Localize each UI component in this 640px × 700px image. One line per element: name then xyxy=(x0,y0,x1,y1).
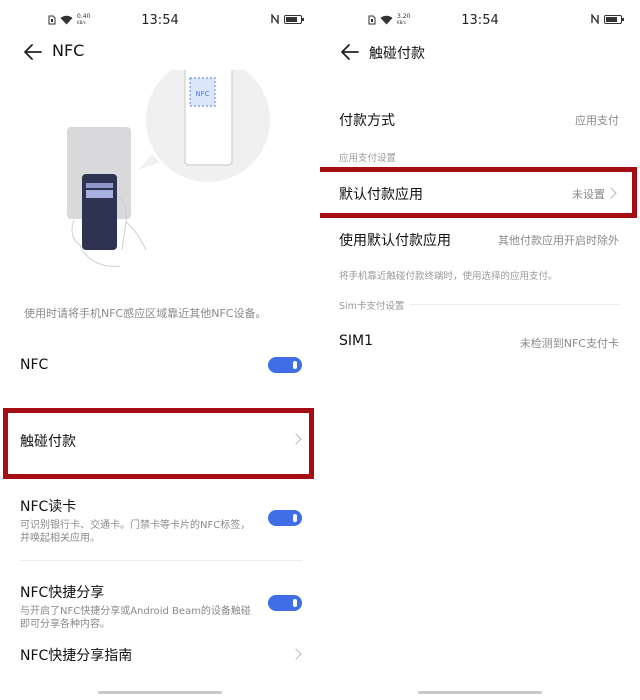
sim1-value: 未检测到NFC支付卡 xyxy=(519,337,619,350)
nfc-settings-screen: 0.40 KB/s 13:54 NFC NFC 使用时请将手机NFC感应区域靠近… xyxy=(0,0,320,700)
nfc-guide-row[interactable]: NFC快捷分享指南 xyxy=(20,645,302,665)
sim1-row[interactable]: SIM1 未检测到NFC支付卡 xyxy=(339,333,619,350)
status-bar: 3.20 KB/s 13:54 xyxy=(320,0,640,40)
page-title: 触碰付款 xyxy=(369,46,425,62)
touch-pay-row[interactable]: 触碰付款 xyxy=(20,431,302,451)
home-indicator[interactable] xyxy=(418,691,542,694)
pay-method-row[interactable]: 付款方式 应用支付 xyxy=(339,110,619,130)
status-icons-right xyxy=(591,14,624,24)
use-default-app-row[interactable]: 使用默认付款应用 其他付款应用开启时除外 xyxy=(339,230,619,250)
status-bar: 0.40 KB/s 13:54 xyxy=(0,0,320,40)
status-icons-right xyxy=(271,14,304,24)
nfc-share-toggle[interactable] xyxy=(268,595,302,611)
nfc-read-row: NFC读卡 可识别银行卡、交通卡。门禁卡等卡片的NFC标签，并唤起相关应用。 xyxy=(20,496,302,545)
divider xyxy=(20,560,302,561)
nfc-read-desc: 可识别银行卡、交通卡。门禁卡等卡片的NFC标签，并唤起相关应用。 xyxy=(20,520,251,544)
nfc-tag-label: NFC xyxy=(195,90,209,98)
divider xyxy=(410,304,620,305)
pay-method-value: 应用支付 xyxy=(575,114,619,127)
nfc-share-label: NFC快捷分享 xyxy=(20,585,105,601)
battery-icon xyxy=(284,14,304,24)
use-default-app-hint: 将手机靠近触碰付款终端时，使用选择的应用支付。 xyxy=(339,271,558,282)
touch-pay-label: 触碰付款 xyxy=(20,434,76,450)
nfc-usage-hint: 使用时请将手机NFC感应区域靠近其他NFC设备。 xyxy=(24,307,267,320)
back-arrow-icon[interactable] xyxy=(22,41,44,63)
page-header: 触碰付款 xyxy=(320,35,640,71)
default-pay-app-row[interactable]: 默认付款应用 未设置 xyxy=(339,184,619,204)
nfc-illustration: NFC xyxy=(67,70,270,267)
back-arrow-icon[interactable] xyxy=(339,41,361,63)
nfc-toggle[interactable] xyxy=(268,357,302,373)
nfc-guide-label: NFC快捷分享指南 xyxy=(20,648,133,664)
nfc-status-icon xyxy=(591,14,599,24)
nfc-label: NFC xyxy=(20,357,49,373)
nfc-share-row: NFC快捷分享 与开启了NFC快捷分享或Android Beam的设备触碰即可分… xyxy=(20,582,302,631)
home-indicator[interactable] xyxy=(98,691,222,694)
section-app-pay-settings: 应用支付设置 xyxy=(339,153,397,164)
nfc-status-icon xyxy=(271,14,279,24)
default-pay-app-value: 未设置 xyxy=(572,188,605,201)
touch-pay-screen: 3.20 KB/s 13:54 触碰付款 付款方式 应用支付 应用支付设置 默认… xyxy=(320,0,640,700)
nfc-read-toggle[interactable] xyxy=(268,510,302,526)
page-title: NFC xyxy=(52,41,85,60)
section-sim-pay-settings: Sim卡支付设置 xyxy=(339,301,405,312)
nfc-share-desc: 与开启了NFC快捷分享或Android Beam的设备触碰即可分享各种内容。 xyxy=(20,606,251,630)
page-header: NFC xyxy=(0,35,320,71)
nfc-read-label: NFC读卡 xyxy=(20,499,77,515)
nfc-setting-row: NFC xyxy=(20,357,302,373)
use-default-app-value: 其他付款应用开启时除外 xyxy=(498,234,619,247)
battery-icon xyxy=(604,14,624,24)
